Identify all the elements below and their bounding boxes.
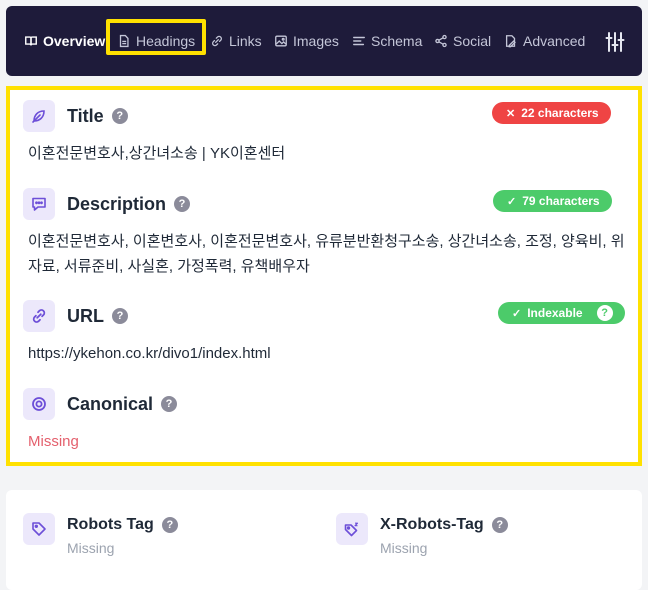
canonical-value: Missing <box>28 433 79 450</box>
advanced-icon <box>505 35 516 48</box>
tab-advanced-label: Advanced <box>523 33 586 49</box>
robots-tag-help-icon[interactable]: ? <box>161 517 178 533</box>
link-icon <box>212 35 222 47</box>
tab-headings[interactable]: Headings <box>117 6 195 76</box>
check-icon: ✓ <box>507 195 517 208</box>
x-robots-tag-value: Missing <box>380 540 428 556</box>
x-robots-tag-help-icon[interactable]: ? <box>491 517 508 533</box>
canonical-help-icon[interactable]: ? <box>161 396 178 412</box>
title-badge-text: 22 characters <box>521 106 599 120</box>
title-label: Title <box>67 105 104 126</box>
tab-social-label: Social <box>453 33 492 49</box>
tag-icon <box>32 522 46 536</box>
tab-social[interactable]: Social <box>434 6 491 76</box>
url-heading: URL ? <box>67 300 128 332</box>
tab-images[interactable]: Images <box>274 6 339 76</box>
canonical-label: Canonical <box>67 393 154 414</box>
tab-headings-label: Headings <box>136 33 196 49</box>
tags-icon <box>344 522 359 537</box>
robots-tag-heading: Robots Tag ? <box>67 515 178 535</box>
tab-overview-label: Overview <box>43 33 106 49</box>
share-icon <box>435 34 447 48</box>
url-label: URL <box>67 305 104 326</box>
indexable-help-icon[interactable]: ? <box>596 305 613 321</box>
title-length-badge: ✕ 22 characters <box>492 102 611 124</box>
book-icon <box>25 36 37 46</box>
description-label: Description <box>67 193 167 214</box>
link-icon <box>32 309 46 323</box>
canonical-section-icon <box>23 388 55 420</box>
description-help-icon[interactable]: ? <box>174 196 191 212</box>
leaf-icon <box>32 110 45 123</box>
image-icon <box>275 35 287 47</box>
tab-images-label: Images <box>293 33 339 49</box>
lines-icon <box>353 36 365 46</box>
indexable-badge: ✓ Indexable ? <box>498 302 625 324</box>
check-icon: ✓ <box>512 307 522 320</box>
tab-links-label: Links <box>229 33 262 49</box>
description-heading: Description ? <box>67 188 191 220</box>
url-section-icon <box>23 300 55 332</box>
url-help-icon[interactable]: ? <box>112 308 128 324</box>
title-value: 이혼전문변호사,상간녀소송 | YK이혼센터 <box>28 145 286 162</box>
x-robots-tag-label: X-Robots-Tag <box>380 516 484 533</box>
x-robots-tag-heading: X-Robots-Tag ? <box>380 515 508 535</box>
robots-tag-label: Robots Tag <box>67 516 154 533</box>
x-icon: ✕ <box>506 107 516 120</box>
robots-tag-icon-box <box>23 513 55 545</box>
title-heading: Title ? <box>67 100 128 132</box>
title-section-icon <box>23 100 55 132</box>
target-icon <box>32 397 46 411</box>
description-length-badge: ✓ 79 characters <box>493 190 612 212</box>
robots-card: Robots Tag ? Missing X-Robots-Tag ? Miss… <box>6 490 642 590</box>
settings-button[interactable] <box>604 31 626 53</box>
title-help-icon[interactable]: ? <box>111 108 128 124</box>
url-badge-text: Indexable <box>527 306 583 320</box>
canonical-heading: Canonical ? <box>67 388 178 420</box>
tab-advanced[interactable]: Advanced <box>504 6 585 76</box>
chat-icon <box>32 197 46 211</box>
tab-schema-label: Schema <box>371 33 423 49</box>
tab-links[interactable]: Links <box>210 6 262 76</box>
description-badge-text: 79 characters <box>522 194 600 208</box>
x-robots-tag-icon-box <box>336 513 368 545</box>
description-value: 이혼전문변호사, 이혼변호사, 이혼전문변호사, 유류분반환청구소송, 상간녀소… <box>28 233 625 275</box>
url-value: https://ykehon.co.kr/divo1/index.html <box>28 345 271 362</box>
tab-overview[interactable]: Overview <box>24 6 105 76</box>
top-nav: Overview Headings Links Images Schema So… <box>6 6 642 76</box>
description-section-icon <box>23 188 55 220</box>
tab-schema[interactable]: Schema <box>352 6 422 76</box>
sliders-icon <box>605 32 625 52</box>
meta-card: Title ? ✕ 22 characters 이혼전문변호사,상간녀소송 | … <box>6 86 642 466</box>
document-icon <box>119 34 129 48</box>
robots-tag-value: Missing <box>67 540 115 556</box>
